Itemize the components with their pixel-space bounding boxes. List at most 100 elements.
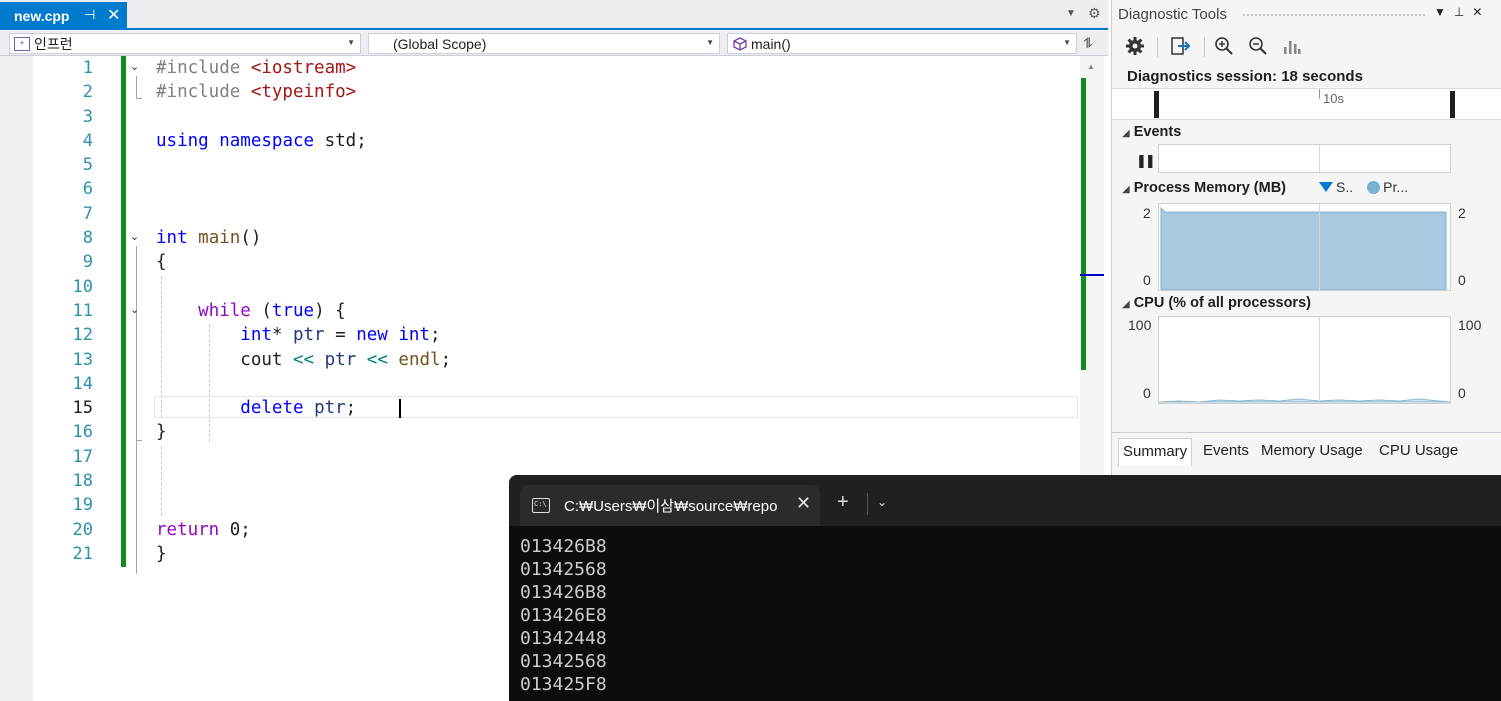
split-editor-icon[interactable]: ⥮	[1083, 35, 1093, 52]
scroll-up-icon[interactable]: ▲	[1087, 62, 1095, 71]
code-line[interactable]: {	[156, 250, 451, 274]
terminal-output-line: 01342448	[520, 628, 607, 649]
zoom-in-icon[interactable]	[1213, 35, 1235, 57]
scrollbar-caret-mark	[1080, 274, 1104, 276]
code-line[interactable]	[156, 177, 451, 201]
tab-memory-usage[interactable]: Memory Usage	[1261, 442, 1363, 459]
pin-icon[interactable]: ⊥	[1454, 5, 1472, 19]
code-line[interactable]: int* ptr = new int;	[156, 323, 451, 347]
code-line[interactable]	[156, 469, 451, 493]
editor-glyph-margin[interactable]	[0, 56, 33, 701]
new-tab-button[interactable]: +	[837, 491, 849, 514]
code-line[interactable]	[156, 275, 451, 299]
close-icon[interactable]: ✕	[1472, 5, 1490, 19]
line-number: 4	[82, 130, 93, 151]
code-line[interactable]	[156, 445, 451, 469]
legend-snapshot-label: S..	[1336, 179, 1354, 195]
fold-region-end	[136, 440, 142, 441]
tab-summary[interactable]: Summary	[1118, 438, 1193, 466]
terminal-tab-title: C:₩Users₩이삼₩source₩repo	[564, 498, 778, 515]
cpu-section-header[interactable]: ◢ CPU (% of all processors)	[1122, 295, 1311, 311]
chevron-down-icon[interactable]: ▼	[1066, 8, 1076, 19]
code-token: (	[250, 300, 272, 321]
fold-toggle-icon[interactable]: ⌄	[130, 230, 139, 243]
fold-region-line	[136, 76, 137, 98]
line-number: 15	[72, 398, 93, 419]
gear-icon[interactable]: ⚙	[1088, 5, 1101, 22]
terminal-window[interactable]: C:\ C:₩Users₩이삼₩source₩repo ✕ + ⌄ 013426…	[509, 475, 1501, 701]
graph-divider	[1319, 145, 1320, 172]
code-token: std;	[314, 130, 367, 151]
timeline-end-marker[interactable]	[1450, 91, 1455, 118]
code-text[interactable]: #include <iostream> #include <typeinfo> u…	[156, 56, 451, 566]
chevron-down-icon[interactable]: ⌄	[877, 495, 887, 509]
terminal-output-line: 01342568	[520, 559, 607, 580]
reset-zoom-chart-icon[interactable]	[1281, 35, 1303, 57]
memory-graph[interactable]	[1158, 203, 1451, 291]
panel-window-buttons[interactable]: ▼⊥✕	[1434, 5, 1490, 19]
code-line[interactable]	[156, 105, 451, 129]
code-line[interactable]: using namespace std;	[156, 129, 451, 153]
line-numbers: 1 2 3 4 5 6 7 8 9 10 11 12 13 14 15 16 17 18 19 20 21	[33, 56, 93, 566]
project-dropdown[interactable]: + 인프런 ▼	[9, 33, 361, 54]
code-token: while	[198, 300, 251, 321]
chevron-down-icon[interactable]: ▼	[1434, 5, 1454, 19]
fold-toggle-icon[interactable]: ⌄	[130, 303, 139, 316]
tab-events[interactable]: Events	[1203, 442, 1249, 459]
file-tab-new-cpp[interactable]: new.cpp ⊣ ✕	[0, 2, 127, 29]
code-line[interactable]: return 0;	[156, 518, 451, 542]
zoom-out-icon[interactable]	[1247, 35, 1269, 57]
events-graph[interactable]	[1158, 144, 1451, 173]
cpu-graph[interactable]	[1158, 316, 1451, 404]
code-line[interactable]	[156, 202, 451, 226]
code-line[interactable]: #include <typeinfo>	[156, 80, 451, 104]
fold-toggle-icon[interactable]: ⌄	[130, 60, 139, 73]
scope-dropdown[interactable]: (Global Scope) ▼	[368, 33, 720, 54]
line-number: 3	[82, 106, 93, 127]
tab-cpu-usage[interactable]: CPU Usage	[1379, 442, 1458, 459]
line-number: 7	[82, 203, 93, 224]
code-line[interactable]: #include <iostream>	[156, 56, 451, 80]
chevron-down-icon: ▼	[1063, 38, 1071, 47]
code-line[interactable]: }	[156, 420, 451, 444]
code-token: =	[324, 325, 357, 346]
terminal-output-line: 013425F8	[520, 674, 607, 695]
pin-icon[interactable]: ⊣	[84, 7, 95, 23]
code-token: }	[156, 422, 167, 443]
settings-gear-icon[interactable]	[1124, 35, 1146, 57]
code-token: {	[156, 252, 167, 273]
panel-drag-handle[interactable]	[1242, 13, 1427, 17]
memory-section-header[interactable]: ◢ Process Memory (MB)	[1122, 180, 1286, 196]
code-line[interactable]: while (true) {	[156, 299, 451, 323]
collapse-triangle-icon[interactable]: ◢	[1122, 128, 1130, 139]
session-timeline[interactable]: 10s	[1112, 88, 1501, 120]
collapse-triangle-icon[interactable]: ◢	[1122, 299, 1130, 310]
timeline-start-marker[interactable]	[1154, 91, 1159, 118]
code-token: #include	[156, 58, 251, 78]
code-line[interactable]: int main()	[156, 226, 451, 250]
code-line[interactable]: delete ptr;	[156, 396, 451, 420]
code-line[interactable]	[156, 372, 451, 396]
command-prompt-icon: C:\	[532, 498, 550, 513]
pause-icon[interactable]: ❚❚	[1136, 153, 1156, 169]
collapse-triangle-icon[interactable]: ◢	[1122, 184, 1130, 195]
close-icon[interactable]: ✕	[107, 5, 120, 25]
code-line[interactable]	[156, 153, 451, 177]
change-tracking-bar	[121, 56, 126, 567]
terminal-tab[interactable]: C:\ C:₩Users₩이삼₩source₩repo ✕	[520, 485, 820, 526]
events-section-header[interactable]: ◢ Events	[1122, 124, 1181, 140]
terminal-output[interactable]: 013426B8 01342568 013426B8 013426E8 01342448…	[520, 535, 607, 696]
code-token: ptr	[314, 398, 346, 419]
select-tools-icon[interactable]	[1170, 35, 1192, 57]
code-token: using	[156, 130, 209, 151]
memory-axis-top-left: 2	[1143, 205, 1151, 221]
editor-vertical-scrollbar[interactable]: ▲	[1080, 56, 1104, 476]
code-line[interactable]: cout << ptr << endl;	[156, 348, 451, 372]
code-line[interactable]: }	[156, 542, 451, 566]
member-dropdown[interactable]: main() ▼	[727, 33, 1077, 54]
close-icon[interactable]: ✕	[796, 493, 811, 514]
code-line[interactable]	[156, 493, 451, 517]
